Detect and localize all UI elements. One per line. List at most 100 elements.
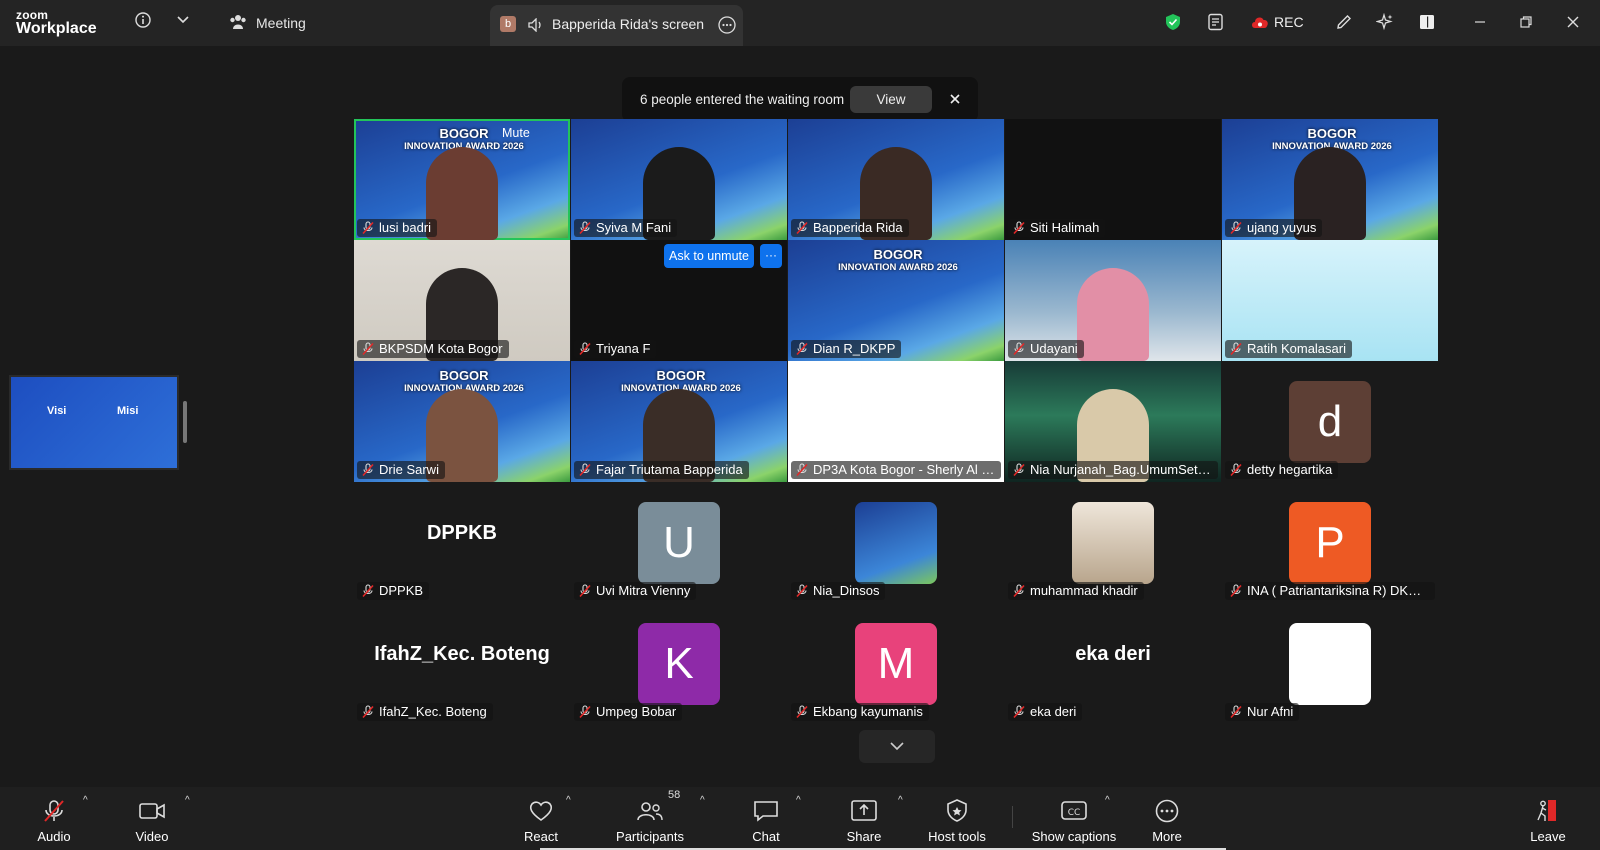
participant-name-text: DP3A Kota Bogor - Sherly Al Fit... — [813, 462, 1001, 477]
chat-icon — [754, 801, 778, 822]
more-options-icon[interactable] — [718, 16, 736, 34]
meeting-label[interactable]: Meeting — [256, 15, 306, 31]
participant-name: Syiva M Fani — [574, 219, 678, 237]
minimize-icon[interactable] — [1472, 14, 1488, 30]
participant-name: Nia_Dinsos — [791, 582, 886, 600]
participant-tile[interactable]: BOGOR INNOVATION AWARD 2026 ujang yuyus — [1222, 119, 1438, 240]
participant-tile[interactable]: eka deri eka deri — [1005, 603, 1221, 724]
participant-tile[interactable]: muhammad khadir — [1005, 482, 1221, 603]
share-button[interactable]: Share — [836, 787, 892, 850]
speaker-icon[interactable] — [528, 17, 544, 33]
participant-tile[interactable]: Nia_Dinsos — [788, 482, 1004, 603]
participant-tile[interactable]: Nia Nurjanah_Bag.UmumSetda — [1005, 361, 1221, 482]
participant-tile[interactable]: IfahZ_Kec. Boteng IfahZ_Kec. Boteng — [354, 603, 570, 724]
security-shield-icon[interactable] — [1164, 12, 1182, 32]
participant-name-text: ujang yuyus — [1247, 220, 1317, 235]
more-label: More — [1152, 829, 1182, 844]
mic-muted-icon — [796, 342, 808, 356]
audio-options-caret[interactable]: ^ — [83, 795, 88, 806]
participants-options-caret[interactable]: ^ — [700, 795, 705, 806]
participant-tile[interactable]: P INA ( Patriantariksina R) DKPP ... — [1222, 482, 1438, 603]
participant-name: Ratih Komalasari — [1225, 340, 1352, 358]
participant-name: ujang yuyus — [1225, 219, 1323, 237]
ai-companion-icon[interactable] — [1375, 12, 1395, 32]
mic-muted-icon — [1230, 221, 1242, 235]
shared-screen-thumbnail[interactable]: Visi Misi — [9, 375, 179, 470]
participant-name: INA ( Patriantariksina R) DKPP ... — [1225, 582, 1435, 600]
participant-tile[interactable]: M Ekbang kayumanis — [788, 603, 1004, 724]
mic-muted-icon — [1013, 463, 1025, 477]
leave-button[interactable]: Leave — [1528, 787, 1568, 850]
participant-tile[interactable]: Udayani — [1005, 240, 1221, 361]
host-tools-label: Host tools — [928, 829, 986, 844]
mic-muted-icon — [579, 463, 591, 477]
rec-label[interactable]: REC — [1274, 14, 1304, 30]
participant-name: Drie Sarwi — [357, 461, 445, 479]
cloud-record-icon[interactable] — [1250, 14, 1270, 30]
more-icon — [1155, 799, 1179, 823]
participant-name-text: Drie Sarwi — [379, 462, 439, 477]
react-options-caret[interactable]: ^ — [566, 795, 571, 806]
participant-tile[interactable]: BOGOR INNOVATION AWARD 2026 Mute lusi badri — [354, 119, 570, 240]
mute-participant-button[interactable]: Mute — [502, 126, 562, 144]
info-icon[interactable] — [134, 11, 152, 29]
pencil-icon[interactable] — [1334, 12, 1354, 32]
participant-name: DP3A Kota Bogor - Sherly Al Fit... — [791, 461, 1001, 479]
view-waiting-room-button[interactable]: View — [850, 86, 932, 113]
meeting-icon[interactable] — [228, 13, 248, 31]
host-tools-button[interactable]: Host tools — [922, 787, 992, 850]
banner-title: BOGOR — [439, 126, 489, 141]
audio-button[interactable]: Audio — [28, 787, 80, 850]
notes-icon[interactable] — [1206, 12, 1226, 32]
participant-tile[interactable]: Ratih Komalasari — [1222, 240, 1438, 361]
participant-tile[interactable]: Ask to unmute ··· Triyana F — [571, 240, 787, 361]
react-button[interactable]: React — [512, 787, 570, 850]
share-options-caret[interactable]: ^ — [898, 795, 903, 806]
more-button[interactable]: More — [1145, 787, 1189, 850]
participant-name: detty hegartika — [1225, 461, 1339, 479]
mic-muted-icon — [1230, 584, 1242, 598]
chevron-down-icon[interactable] — [176, 13, 190, 27]
show-captions-label: Show captions — [1031, 829, 1117, 844]
top-bar: zoom Workplace Meeting b Bapperida Rida'… — [0, 0, 1600, 46]
chat-options-caret[interactable]: ^ — [796, 795, 801, 806]
participant-tile[interactable]: U Uvi Mitra Vienny — [571, 482, 787, 603]
captions-options-caret[interactable]: ^ — [1105, 795, 1110, 806]
participant-tile[interactable]: d detty hegartika — [1222, 361, 1438, 482]
restore-icon[interactable] — [1518, 14, 1534, 30]
camera-icon — [139, 803, 165, 819]
participant-tile[interactable]: Syiva M Fani — [571, 119, 787, 240]
thumbnail-resize-handle[interactable] — [183, 401, 187, 443]
participants-button[interactable]: 58 Participants — [610, 787, 690, 850]
participant-tile[interactable]: Nur Afni — [1222, 603, 1438, 724]
close-icon[interactable] — [1565, 14, 1581, 30]
participant-tile[interactable]: BOGOR INNOVATION AWARD 2026 Dian R_DKPP — [788, 240, 1004, 361]
toast-close-icon[interactable] — [948, 92, 962, 106]
share-tab[interactable]: b Bapperida Rida's screen — [490, 5, 743, 46]
participant-tile[interactable]: Bapperida Rida — [788, 119, 1004, 240]
mic-muted-icon — [362, 342, 374, 356]
ask-to-unmute-button[interactable]: Ask to unmute — [664, 244, 754, 268]
scroll-down-button[interactable] — [859, 730, 935, 763]
participant-tile[interactable]: K Umpeg Bobar — [571, 603, 787, 724]
participant-tile[interactable]: DPPKB DPPKB — [354, 482, 570, 603]
avatar: d — [1289, 381, 1371, 463]
participant-tile[interactable]: BKPSDM Kota Bogor — [354, 240, 570, 361]
mic-muted-icon — [796, 463, 808, 477]
tile-more-icon[interactable]: ··· — [760, 244, 782, 268]
bottom-toolbar: Audio ^ Video ^ React ^ 58 Participants … — [0, 787, 1600, 850]
chat-button[interactable]: Chat — [738, 787, 794, 850]
participant-name: Uvi Mitra Vienny — [574, 582, 697, 600]
mic-muted-icon — [1013, 705, 1025, 719]
participant-tile[interactable]: BOGOR INNOVATION AWARD 2026 Drie Sarwi — [354, 361, 570, 482]
video-button[interactable]: Video — [126, 787, 178, 850]
participant-name-text: Bapperida Rida — [813, 220, 903, 235]
participant-tile[interactable]: BOGOR INNOVATION AWARD 2026 Fajar Triutama… — [571, 361, 787, 482]
side-panel-icon[interactable] — [1417, 12, 1437, 32]
share-tab-label: Bapperida Rida's screen — [552, 16, 705, 32]
participant-name: Siti Halimah — [1008, 219, 1106, 237]
video-options-caret[interactable]: ^ — [185, 795, 190, 806]
participant-tile[interactable]: DP3A Kota Bogor - Sherly Al Fit... — [788, 361, 1004, 482]
participant-name-text: Dian R_DKPP — [813, 341, 896, 356]
participant-tile[interactable]: Siti Halimah — [1005, 119, 1221, 240]
